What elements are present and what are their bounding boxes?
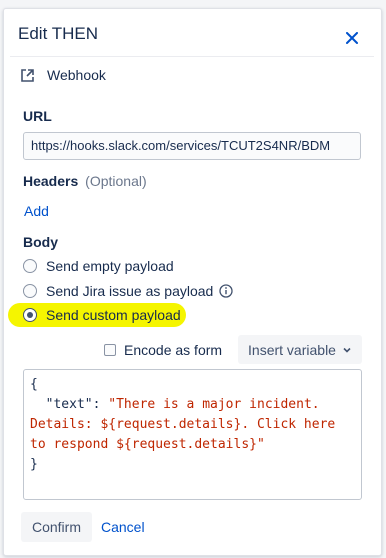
radio-button-checked[interactable]	[23, 308, 37, 322]
close-icon	[346, 32, 358, 44]
insert-variable-button[interactable]: Insert variable	[238, 335, 362, 364]
code-string-line3: to respond ${request.details}"	[30, 437, 265, 452]
chevron-down-icon	[343, 347, 351, 353]
radio-button[interactable]	[23, 259, 37, 273]
code-colon: :	[92, 397, 109, 412]
code-string-line1: "There is a major incident.	[108, 397, 320, 412]
header-divider	[10, 56, 374, 57]
dialog-title: Edit THEN	[18, 24, 98, 43]
checkbox[interactable]	[104, 344, 116, 356]
confirm-button[interactable]: Confirm	[21, 512, 92, 542]
encode-label: Encode as form	[124, 342, 223, 358]
code-key: "text"	[45, 397, 93, 412]
url-label: URL	[23, 108, 52, 124]
custom-payload-editor[interactable]: { "text": "There is a major incident. De…	[23, 369, 362, 500]
radio-send-custom-payload[interactable]: Send custom payload	[23, 307, 181, 323]
radio-label: Send custom payload	[46, 307, 181, 323]
headers-optional-text: (Optional)	[85, 173, 147, 189]
radio-send-jira-issue[interactable]: Send Jira issue as payload	[23, 283, 233, 299]
radio-send-empty-payload[interactable]: Send empty payload	[23, 258, 174, 274]
add-header-link[interactable]: Add	[24, 203, 49, 219]
code-string-line2: Details: ${request.details}. Click here	[30, 417, 336, 432]
code-close-brace: }	[30, 457, 38, 472]
body-label: Body	[23, 234, 58, 250]
encode-as-form-checkbox[interactable]: Encode as form	[104, 342, 222, 358]
radio-label: Send empty payload	[46, 258, 174, 274]
url-input[interactable]: https://hooks.slack.com/services/TCUT2S4…	[23, 132, 361, 160]
close-button[interactable]	[341, 27, 363, 49]
action-type-label: Webhook	[47, 67, 106, 83]
radio-label: Send Jira issue as payload	[46, 283, 214, 299]
radio-button[interactable]	[23, 284, 37, 298]
code-open-brace: {	[30, 377, 38, 392]
headers-label-text: Headers	[23, 173, 79, 189]
cancel-link[interactable]: Cancel	[101, 519, 145, 535]
info-icon[interactable]	[219, 284, 233, 298]
headers-label: Headers (Optional)	[23, 173, 147, 189]
external-link-icon	[21, 68, 34, 82]
insert-variable-label: Insert variable	[248, 341, 336, 358]
action-type-row: Webhook	[20, 67, 106, 83]
